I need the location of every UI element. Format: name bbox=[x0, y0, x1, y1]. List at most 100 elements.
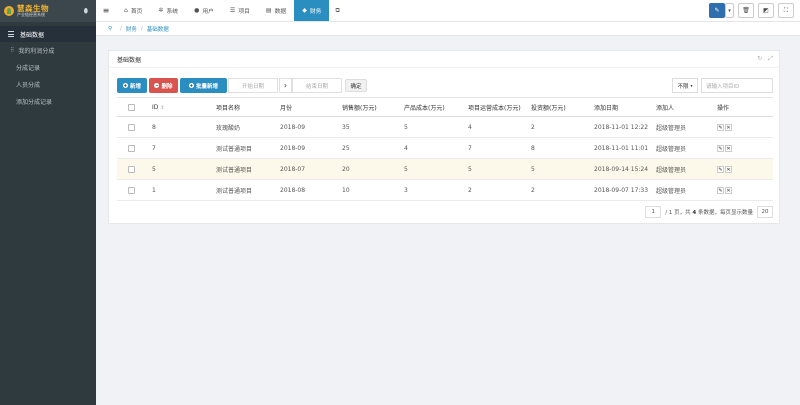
list-icon: ☰ bbox=[229, 7, 236, 14]
cell-name: 测试普通项目 bbox=[212, 179, 276, 201]
delete-row-icon[interactable]: ✕ bbox=[725, 144, 732, 152]
sidebar-item-my-profit-share[interactable]: ⠿ 我的利润分成 bbox=[0, 42, 96, 59]
sidebar-item-add-share-record[interactable]: 添加分成记录 bbox=[0, 93, 96, 110]
start-date-input[interactable]: 开始日期 bbox=[228, 78, 278, 93]
column-header-month: 月份 bbox=[276, 97, 338, 117]
edit-row-icon[interactable]: ✎ bbox=[717, 123, 724, 131]
user-icon: ● bbox=[194, 7, 200, 14]
sidebar-item-label: 分成记录 bbox=[16, 65, 41, 72]
delete-row-icon[interactable]: ✕ bbox=[725, 186, 732, 194]
tab-finance[interactable]: ◆ 财务 bbox=[294, 0, 330, 21]
pager-text: 条数据，每页显示数量 bbox=[697, 210, 753, 216]
maximize-icon[interactable]: ⤢ bbox=[768, 55, 773, 63]
pencil-icon: ✎ bbox=[714, 7, 720, 14]
row-checkbox[interactable] bbox=[128, 165, 135, 173]
cell-month: 2018-09 bbox=[276, 116, 338, 138]
trash-button[interactable]: 🗑︎ bbox=[738, 3, 754, 18]
pager-total: 4 bbox=[692, 210, 697, 216]
column-header-id[interactable]: ID ⇕ bbox=[148, 97, 212, 117]
cell-adder: 超级管理员 bbox=[652, 137, 713, 159]
row-checkbox[interactable] bbox=[128, 186, 135, 194]
table-row[interactable]: 8 玫瑰酸奶 2018-09 35 5 4 2 2018-11-01 12:22… bbox=[117, 116, 773, 138]
location-icon: ⚲ bbox=[108, 25, 113, 32]
delete-button[interactable]: − 删除 bbox=[149, 78, 178, 93]
edit-row-icon[interactable]: ✎ bbox=[717, 144, 724, 152]
data-table: ID ⇕ 项目名称 月份 销售额(万元) 产品成本(万元) 项目运营成本(万元) … bbox=[117, 97, 773, 201]
sidebar-group-basic-data[interactable]: 基础数据 bbox=[0, 26, 96, 42]
tab-label: 数据 bbox=[274, 9, 287, 15]
tab-users[interactable]: ● 用户 bbox=[186, 0, 222, 21]
cell-op-cost: 2 bbox=[464, 179, 527, 201]
edit-row-icon[interactable]: ✎ bbox=[717, 186, 724, 194]
table-row[interactable]: 7 测试普通项目 2018-09 25 4 7 8 2018-11-01 11:… bbox=[117, 137, 773, 159]
column-header-op-cost: 项目运营成本(万元) bbox=[464, 97, 527, 117]
tab-home[interactable]: ⌂ 首页 bbox=[116, 0, 150, 21]
refresh-icon[interactable]: ↻ bbox=[757, 55, 762, 63]
tab-projects[interactable]: ☰ 项目 bbox=[222, 0, 258, 21]
column-header-sales: 销售额(万元) bbox=[338, 97, 400, 117]
expand-button[interactable]: ◩ bbox=[758, 3, 774, 18]
logo[interactable]: 慧森生物 产业链经营系统 ⬮ bbox=[0, 0, 96, 22]
sort-icon[interactable]: ⇕ bbox=[160, 105, 164, 111]
confirm-button[interactable]: 确定 bbox=[345, 79, 367, 92]
delete-row-icon[interactable]: ✕ bbox=[725, 165, 732, 173]
page-size-input[interactable]: 20 bbox=[757, 206, 773, 218]
caret-down-icon: ▾ bbox=[728, 7, 731, 14]
cell-id: 7 bbox=[148, 137, 212, 159]
sidebar-group-label: 基础数据 bbox=[20, 31, 45, 39]
breadcrumb-item[interactable]: 财务 bbox=[126, 25, 137, 33]
dropdown-button[interactable]: ▾ bbox=[725, 3, 734, 18]
column-header-actions: 操作 bbox=[713, 97, 773, 117]
select-all-checkbox[interactable] bbox=[128, 103, 135, 111]
cell-date: 2018-11-01 12:22 bbox=[590, 116, 652, 138]
edit-row-icon[interactable]: ✎ bbox=[717, 165, 724, 173]
tab-more[interactable]: ⧉ bbox=[329, 0, 348, 21]
cell-date: 2018-09-14 15:24 bbox=[590, 158, 652, 180]
cell-op-cost: 4 bbox=[464, 116, 527, 138]
cell-sales: 10 bbox=[338, 179, 400, 201]
delete-row-icon[interactable]: ✕ bbox=[725, 123, 732, 131]
pin-icon[interactable]: ⬮ bbox=[84, 7, 88, 16]
breadcrumb-item[interactable]: 基础数据 bbox=[147, 25, 169, 33]
batch-add-button[interactable]: + 批量新增 bbox=[180, 78, 227, 93]
menu-toggle-icon[interactable]: ≡ bbox=[96, 0, 116, 21]
breadcrumb-separator: / bbox=[140, 25, 143, 32]
pagination: 1 / 1 页，共 4 条数据，每页显示数量 20 bbox=[645, 206, 773, 218]
panel-header: 基础数据 ↻ ⤢ bbox=[109, 51, 779, 68]
end-date-input[interactable]: 结束日期 bbox=[292, 78, 342, 93]
pagination-info: / 1 页，共 4 条数据，每页显示数量 bbox=[665, 208, 753, 216]
cell-id: 1 bbox=[148, 179, 212, 201]
edit-button[interactable]: ✎ bbox=[709, 3, 725, 18]
cell-investment: 2 bbox=[527, 179, 590, 201]
sidebar-item-share-records[interactable]: 分成记录 bbox=[0, 59, 96, 76]
breadcrumb: ⚲ / 财务 / 基础数据 bbox=[96, 22, 800, 36]
pager-text: / 1 页，共 bbox=[665, 210, 691, 216]
cell-name: 测试普通项目 bbox=[212, 137, 276, 159]
breadcrumb-separator: / bbox=[120, 25, 122, 32]
tab-system[interactable]: ✲ 系统 bbox=[150, 0, 186, 21]
sidebar-item-personnel-share[interactable]: 人员分成 bbox=[0, 76, 96, 93]
row-checkbox[interactable] bbox=[128, 144, 135, 152]
table-row[interactable]: 5 测试普通项目 2018-07 20 5 5 5 2018-09-14 15:… bbox=[117, 158, 773, 180]
cell-date: 2018-11-01 11:01 bbox=[590, 137, 652, 159]
toolbar: + 新增 − 删除 + 批量新增 开始日期 › 结束日期 确定 不限 ▾ 请输入… bbox=[117, 78, 773, 94]
page-number-input[interactable]: 1 bbox=[645, 206, 662, 218]
sidebar: 慧森生物 产业链经营系统 ⬮ 基础数据 ⠿ 我的利润分成 分成记录 人员分成 添… bbox=[0, 0, 96, 405]
cell-product-cost: 3 bbox=[400, 179, 464, 201]
caret-down-icon: ▾ bbox=[690, 83, 693, 88]
cell-op-cost: 7 bbox=[464, 137, 527, 159]
tab-data[interactable]: ▤ 数据 bbox=[258, 0, 294, 21]
add-button[interactable]: + 新增 bbox=[117, 78, 147, 93]
tab-label: 系统 bbox=[166, 9, 179, 15]
gear-icon: ✲ bbox=[158, 7, 164, 14]
scope-select[interactable]: 不限 ▾ bbox=[672, 78, 698, 93]
fullscreen-button[interactable]: ⛶ bbox=[778, 3, 794, 18]
column-header-adder: 添加人 bbox=[652, 97, 713, 117]
row-checkbox[interactable] bbox=[128, 123, 135, 131]
app-tagline: 产业链经营系统 bbox=[17, 12, 45, 18]
cell-month: 2018-09 bbox=[276, 137, 338, 159]
topbar: ≡ ⌂ 首页 ✲ 系统 ● 用户 ☰ 项目 ▤ 数据 ◆ 财务 ⧉ ✎ ▾ 🗑︎… bbox=[96, 0, 800, 22]
search-input[interactable]: 请输入项目ID bbox=[701, 78, 773, 93]
menu-lines-icon bbox=[8, 31, 14, 37]
table-row[interactable]: 1 测试普通项目 2018-08 10 3 2 2 2018-09-07 17:… bbox=[117, 179, 773, 201]
